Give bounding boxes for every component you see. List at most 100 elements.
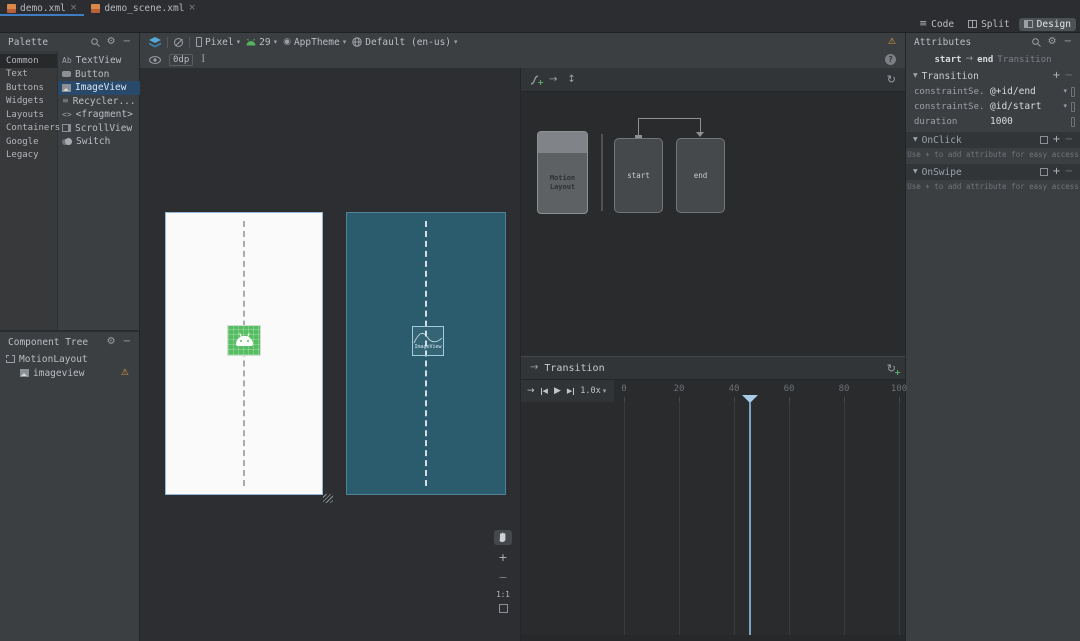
attributes-title: Attributes xyxy=(914,36,972,48)
imageview-blueprint[interactable]: ImageView xyxy=(412,326,444,356)
category-containers[interactable]: Containers xyxy=(0,122,60,136)
attr-value-field[interactable]: 1000 xyxy=(990,116,1067,127)
timeline-ruler[interactable]: 0 20 40 60 80 100 → ◀ ▶ ▶ 1.0x ▾ xyxy=(521,380,907,403)
go-to-start-icon[interactable]: ◀ xyxy=(540,387,548,395)
cycle-icon[interactable]: ↻ xyxy=(887,74,896,85)
palette-item-switch[interactable]: Switch xyxy=(58,135,150,149)
gear-icon[interactable]: ⚙ xyxy=(107,337,116,347)
orientation-icon[interactable] xyxy=(174,37,183,47)
add-constraintset-icon[interactable]: ↕ xyxy=(567,74,575,85)
remove-attribute-icon[interactable]: − xyxy=(1065,135,1073,145)
theme-selector[interactable]: ◉ AppTheme ▾ xyxy=(283,37,346,48)
collapse-icon[interactable]: ▼ xyxy=(913,73,918,79)
constraintset-start-node[interactable]: start xyxy=(614,138,663,213)
play-icon[interactable]: ▶ xyxy=(554,386,561,396)
attr-value-field[interactable]: @id/start xyxy=(990,101,1059,112)
zoom-reset-button[interactable]: 1:1 xyxy=(496,590,510,599)
pan-hand-icon[interactable] xyxy=(494,530,512,545)
category-buttons[interactable]: Buttons xyxy=(0,81,57,95)
palette-item-imageview[interactable]: ImageView xyxy=(58,81,151,95)
hide-panel-icon[interactable]: − xyxy=(123,337,131,347)
playhead-line[interactable] xyxy=(749,402,751,635)
category-legacy[interactable]: Legacy xyxy=(0,149,57,163)
resource-picker-icon[interactable] xyxy=(1071,116,1075,127)
transition-arrow[interactable] xyxy=(638,118,701,119)
category-text[interactable]: Text xyxy=(0,68,57,82)
mode-split-button[interactable]: Split xyxy=(963,18,1015,31)
close-icon[interactable]: × xyxy=(188,3,196,13)
hide-panel-icon[interactable]: − xyxy=(123,37,131,47)
section-onswipe[interactable]: ▼ OnSwipe + − xyxy=(906,164,1080,180)
add-transition-icon[interactable]: + xyxy=(530,74,544,86)
tab-demo-xml[interactable]: demo.xml × xyxy=(0,0,84,16)
zoom-to-fit-icon[interactable] xyxy=(498,604,508,613)
chevron-down-icon: ▾ xyxy=(454,37,458,46)
blueprint-view-phone[interactable]: ImageView xyxy=(346,212,506,495)
api-level-selector[interactable]: 29 ▾ xyxy=(246,37,277,48)
palette-item-recyclerview[interactable]: ≡ Recycler... ↓ xyxy=(58,95,150,109)
search-icon[interactable] xyxy=(1031,37,1041,47)
constraintset-end-node[interactable]: end xyxy=(676,138,725,213)
collapse-icon[interactable]: ▼ xyxy=(913,137,918,143)
tree-item-motionlayout[interactable]: MotionLayout xyxy=(0,352,139,366)
category-layouts[interactable]: Layouts xyxy=(0,108,57,122)
design-view-phone[interactable] xyxy=(165,212,323,495)
zoom-out-button[interactable]: − xyxy=(494,570,512,585)
tab-demo-scene-xml[interactable]: demo_scene.xml × xyxy=(84,0,203,16)
gear-icon[interactable]: ⚙ xyxy=(107,37,116,47)
close-icon[interactable]: × xyxy=(70,3,78,13)
chevron-down-icon[interactable]: ▾ xyxy=(1063,103,1067,110)
palette-item-scrollview[interactable]: ScrollView xyxy=(58,122,150,136)
category-widgets[interactable]: Widgets xyxy=(0,95,57,109)
remove-attribute-icon[interactable]: − xyxy=(1065,71,1073,81)
hide-panel-icon[interactable]: − xyxy=(1064,37,1072,47)
overview-divider xyxy=(601,134,603,211)
palette-item-button[interactable]: Button xyxy=(58,68,150,82)
imageview-widget[interactable] xyxy=(227,325,261,356)
zoom-in-button[interactable]: + xyxy=(494,550,512,565)
resource-picker-icon[interactable] xyxy=(1071,101,1075,112)
chevron-down-icon[interactable]: ▾ xyxy=(1063,88,1067,95)
default-margins-button[interactable]: 0dp xyxy=(169,53,194,66)
section-title: OnSwipe xyxy=(921,166,962,178)
tree-item-imageview[interactable]: imageview ⚠ xyxy=(0,366,139,380)
textview-icon: Ab xyxy=(62,56,72,66)
add-attribute-icon[interactable]: + xyxy=(1052,71,1060,81)
palette-item-textview[interactable]: Ab TextView xyxy=(58,54,150,68)
help-icon[interactable]: ? xyxy=(885,54,896,65)
view-options-layers-icon[interactable] xyxy=(149,36,161,48)
eye-icon[interactable] xyxy=(149,55,161,64)
design-surface[interactable]: ImageView + − 1:1 xyxy=(140,68,520,641)
mode-design-button[interactable]: Design xyxy=(1018,17,1076,31)
remove-attribute-icon[interactable]: − xyxy=(1065,167,1073,177)
direction-icon[interactable]: → xyxy=(527,386,535,396)
warning-icon[interactable]: ⚠ xyxy=(121,368,129,378)
motionlayout-node[interactable]: Motion Layout xyxy=(537,131,588,214)
mode-label: Design xyxy=(1036,18,1071,30)
resize-handle[interactable] xyxy=(323,494,333,503)
section-onclick[interactable]: ▼ OnClick + − xyxy=(906,132,1080,148)
timeline-track-area[interactable] xyxy=(521,402,905,641)
go-to-end-icon[interactable]: ▶ xyxy=(567,387,575,395)
resource-picker-icon[interactable] xyxy=(1071,86,1075,97)
add-click-handler-icon[interactable]: → xyxy=(549,74,557,85)
gear-icon[interactable]: ⚙ xyxy=(1048,37,1057,47)
add-attribute-icon[interactable]: + xyxy=(1052,135,1060,145)
collapse-icon[interactable]: ▼ xyxy=(913,169,918,175)
category-google[interactable]: Google xyxy=(0,135,57,149)
add-attribute-icon[interactable]: + xyxy=(1052,167,1060,177)
warning-icon[interactable]: ⚠ xyxy=(888,37,896,47)
create-keyframe-icon[interactable]: ↻ + xyxy=(887,362,901,377)
category-common[interactable]: Common xyxy=(0,54,57,68)
palette-item-fragment[interactable]: <> <fragment> xyxy=(58,108,150,122)
device-selector[interactable]: Pixel ▾ xyxy=(196,37,240,48)
mode-code-button[interactable]: ≡ Code xyxy=(914,18,959,31)
align-ibar-icon[interactable]: I xyxy=(201,54,205,65)
checkbox-icon[interactable] xyxy=(1040,136,1049,144)
playback-speed-selector[interactable]: 1.0x ▾ xyxy=(580,386,606,396)
search-icon[interactable] xyxy=(90,37,100,47)
locale-selector[interactable]: Default (en-us) ▾ xyxy=(352,37,458,48)
attr-value-field[interactable]: @+id/end xyxy=(990,86,1059,97)
checkbox-icon[interactable] xyxy=(1040,168,1049,176)
section-transition[interactable]: ▼ Transition + − xyxy=(906,68,1080,84)
